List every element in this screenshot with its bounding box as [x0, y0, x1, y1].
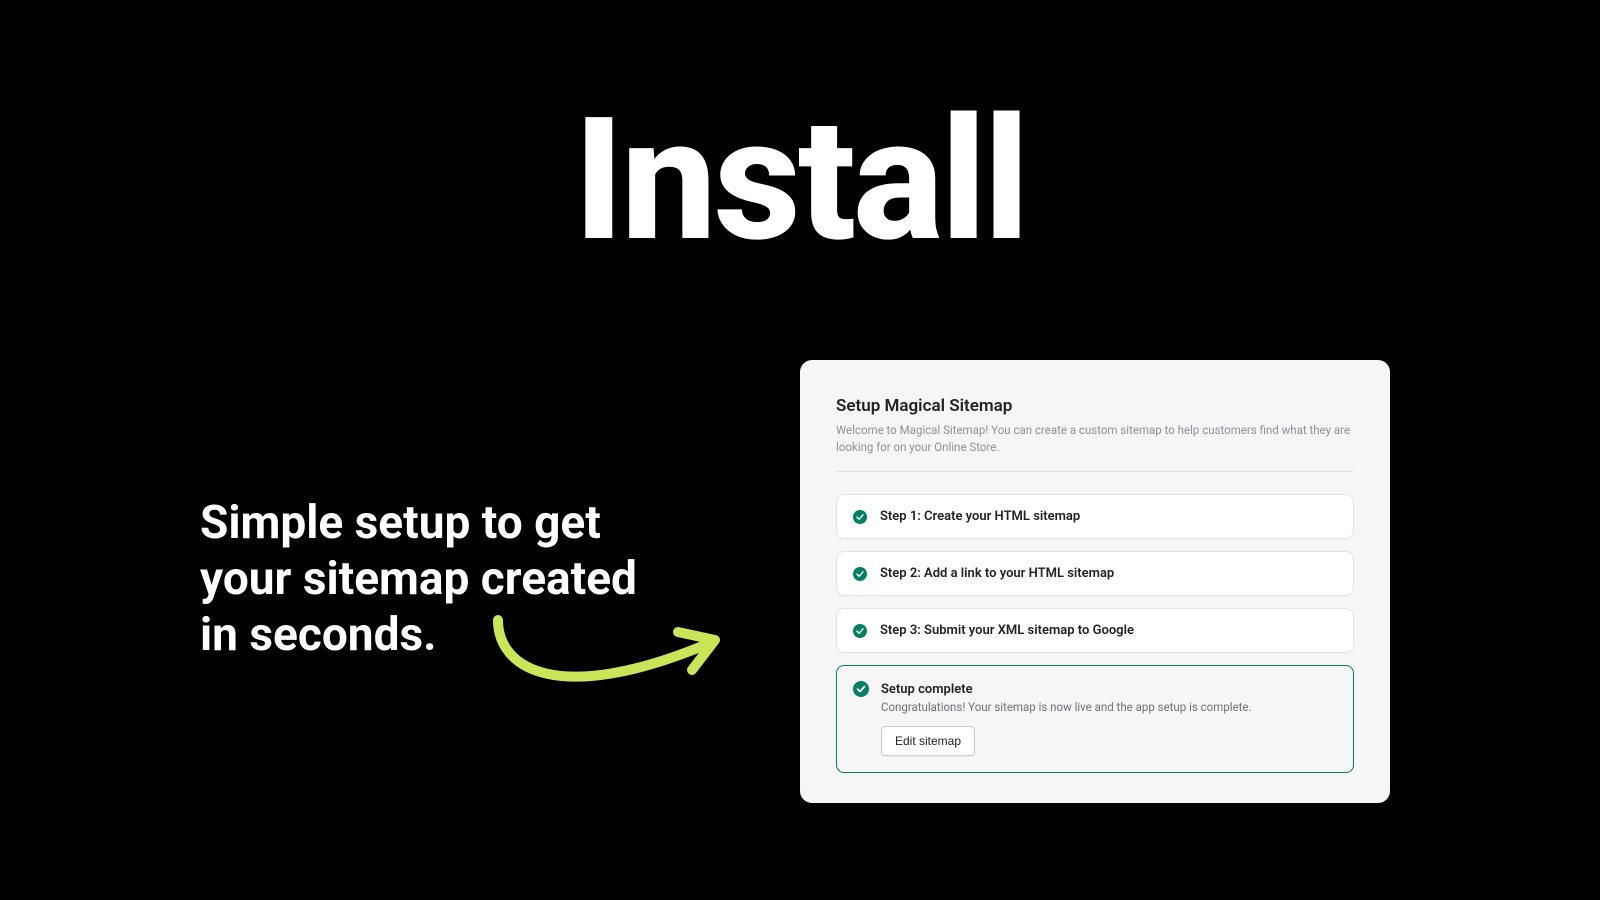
setup-panel: Setup Magical Sitemap Welcome to Magical…	[800, 360, 1390, 803]
check-circle-icon	[853, 510, 867, 524]
arrow-icon	[480, 610, 740, 720]
setup-complete-card: Setup complete Congratulations! Your sit…	[836, 665, 1354, 773]
complete-title: Setup complete	[881, 682, 973, 697]
check-circle-icon	[853, 624, 867, 638]
check-circle-icon	[853, 567, 867, 581]
step-card-3[interactable]: Step 3: Submit your XML sitemap to Googl…	[836, 608, 1354, 653]
step-label: Step 3: Submit your XML sitemap to Googl…	[880, 623, 1134, 638]
step-card-1[interactable]: Step 1: Create your HTML sitemap	[836, 494, 1354, 539]
step-card-2[interactable]: Step 2: Add a link to your HTML sitemap	[836, 551, 1354, 596]
check-circle-icon	[853, 681, 869, 697]
step-label: Step 2: Add a link to your HTML sitemap	[880, 566, 1114, 581]
complete-description: Congratulations! Your sitemap is now liv…	[881, 700, 1337, 714]
step-label: Step 1: Create your HTML sitemap	[880, 509, 1080, 524]
hero-title: Install	[0, 95, 1600, 265]
panel-description: Welcome to Magical Sitemap! You can crea…	[836, 422, 1354, 472]
panel-title: Setup Magical Sitemap	[836, 396, 1354, 416]
edit-sitemap-button[interactable]: Edit sitemap	[881, 726, 975, 756]
